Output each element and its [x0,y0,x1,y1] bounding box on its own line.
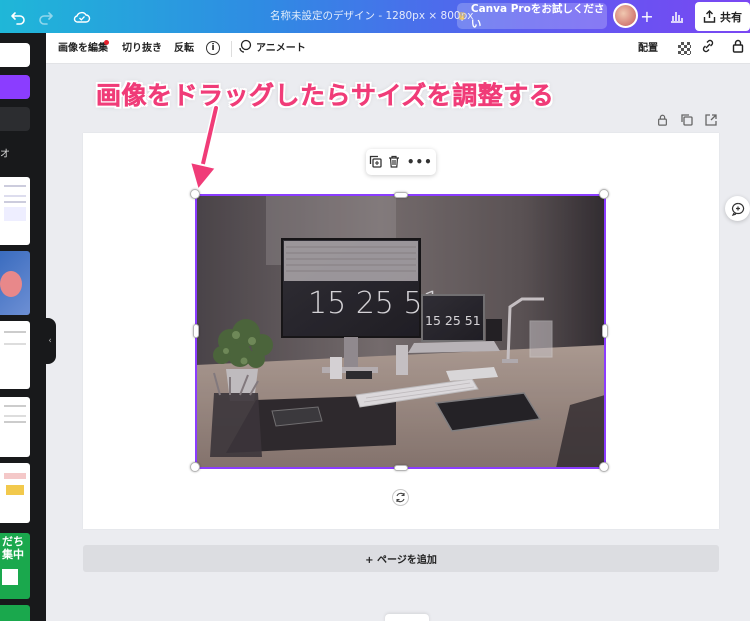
duplicate-page-icon[interactable] [681,114,693,130]
selected-image[interactable]: 15 25 51 15 25 51 [190,189,609,472]
trash-icon[interactable] [388,153,400,172]
annotation-text: 画像をドラッグしたらサイズを調整する [96,81,555,110]
thumb-text: 集中 [2,548,24,561]
sidebar-label: オ [0,149,10,160]
info-icon[interactable]: i [206,41,220,55]
desk-photo[interactable]: 15 25 51 15 25 51 [196,195,605,468]
resize-handle-bottom-left[interactable] [190,462,200,472]
editor-toolbar: 画像を編集 切り抜き 反転 i アニメート 配置 [46,33,750,64]
analytics-icon[interactable] [667,0,687,33]
sidebar-thumbnail[interactable]: だち 集中 [0,533,30,599]
sidebar-thumbnail[interactable] [0,397,30,457]
lock-icon[interactable] [732,33,744,64]
share-page-icon[interactable] [705,114,717,130]
duplicate-icon[interactable] [369,153,382,172]
notification-dot [104,40,109,45]
resize-handle-left[interactable] [193,324,199,338]
sidebar-thumbnail[interactable] [0,177,30,245]
sidebar-primary-button[interactable] [0,75,30,99]
resize-handle-top[interactable] [394,192,408,198]
transparency-icon[interactable] [678,42,691,55]
crop-button[interactable]: 切り抜き [122,33,162,64]
more-options-icon[interactable]: ••• [407,155,433,169]
element-floating-toolbar: ••• [366,149,436,175]
left-sidebar: オ だち 集中 [0,33,46,621]
plus-icon[interactable]: + [638,0,656,33]
bottom-panel-handle[interactable] [385,614,429,621]
resize-handle-top-left[interactable] [190,189,200,199]
try-canva-pro-button[interactable]: ♛ Canva Proをお試しください [457,3,607,30]
toolbar-divider [231,41,232,57]
thumb-text: だち [2,535,24,548]
share-icon [703,10,716,23]
user-avatar[interactable] [613,3,638,28]
undo-icon[interactable] [6,0,30,33]
animate-button[interactable]: アニメート [256,33,306,64]
resize-handle-right[interactable] [602,324,608,338]
resize-handle-bottom-right[interactable] [599,462,609,472]
cloud-saved-icon[interactable] [70,0,94,33]
resize-handle-top-right[interactable] [599,189,609,199]
sidebar-secondary-button[interactable] [0,107,30,131]
flip-button[interactable]: 反転 [174,33,194,64]
share-label: 共有 [720,10,742,24]
add-comment-icon[interactable] [725,196,750,221]
resize-handle-bottom[interactable] [394,465,408,471]
sidebar-thumbnail[interactable] [0,463,30,523]
crown-icon: ♛ [457,9,467,23]
sidebar-search-field[interactable] [0,43,30,67]
annotation-arrow-icon [188,104,220,193]
document-title[interactable]: 名称未設定のデザイン - 1280px × 800px [270,0,473,33]
edit-image-button[interactable]: 画像を編集 [58,33,108,64]
redo-icon[interactable] [34,0,58,33]
collapse-sidebar-chevron-icon[interactable]: ‹ [44,318,56,364]
share-button[interactable]: 共有 [695,2,750,31]
animate-icon[interactable] [238,33,252,64]
sidebar-thumbnail[interactable] [0,251,30,315]
sidebar-thumbnail[interactable] [0,321,30,389]
position-button[interactable]: 配置 [638,33,658,64]
link-icon[interactable] [701,33,715,64]
add-page-button[interactable]: + ページを追加 [83,545,719,572]
sidebar-thumbnail[interactable] [0,605,30,621]
rotate-handle-icon[interactable] [392,489,409,506]
top-bar: 名称未設定のデザイン - 1280px × 800px ♛ Canva Proを… [0,0,750,33]
page-lock-icon[interactable] [657,114,668,130]
try-canva-pro-label: Canva Proをお試しください [470,3,605,30]
